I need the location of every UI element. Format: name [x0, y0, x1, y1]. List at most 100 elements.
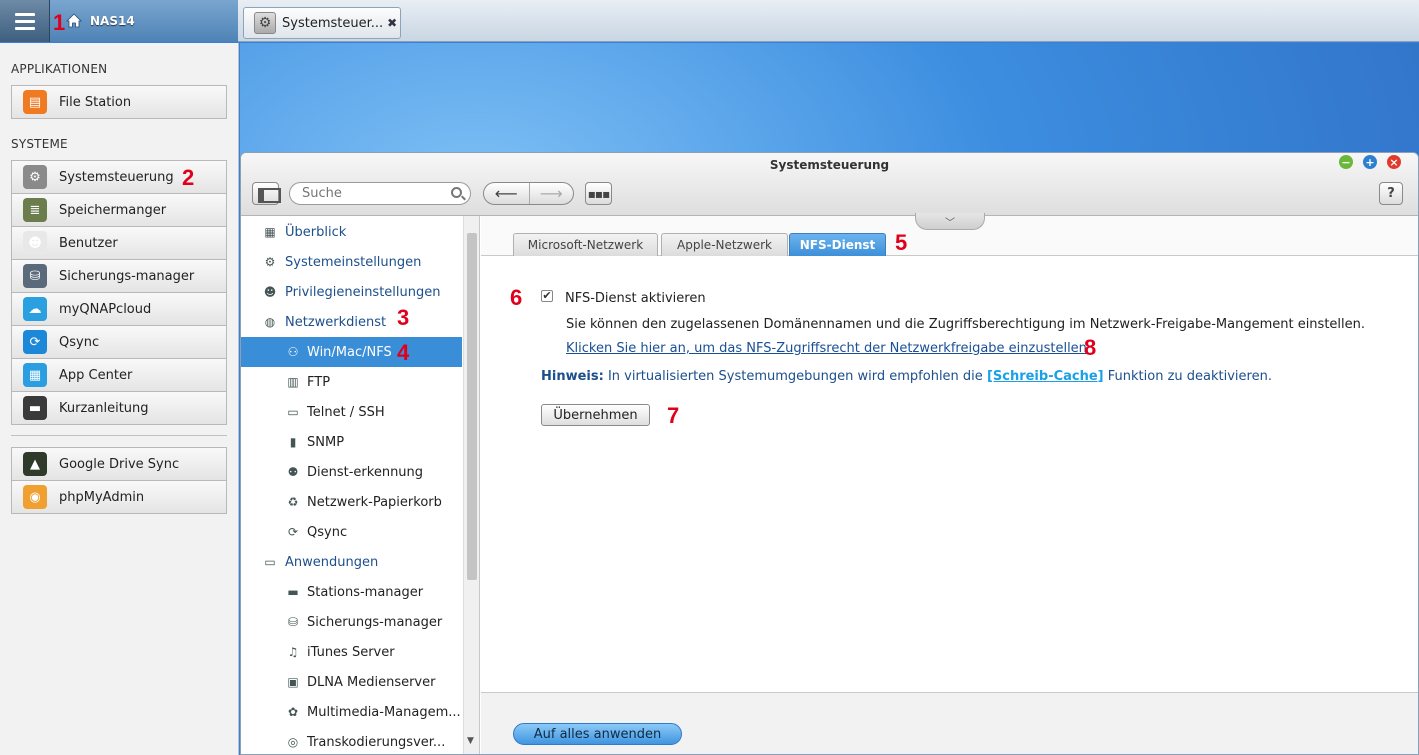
forward-arrow-icon[interactable]: ⟶ [528, 183, 574, 204]
main-menu-button[interactable] [0, 0, 50, 42]
nav-tree-scrollbar[interactable]: ▼ [463, 216, 479, 754]
app-app-center-button[interactable]: ▦ App Center [11, 358, 227, 392]
window-title-bar[interactable]: Systemsteuerung − + × ⟵ ⟶ ▪▪▪ ? [241, 153, 1418, 216]
backup-icon: ⛁ [23, 264, 47, 288]
hint-text-part1: In virtualisierten Systemumgebungen wird… [607, 369, 983, 384]
applications-section-title: APPLIKATIONEN [11, 62, 108, 76]
nav-item-privilegieneinstellungen[interactable]: ☻ Privilegieneinstellungen [241, 277, 462, 307]
app-label: Sicherungs-manager [59, 268, 195, 284]
app-qsync-button[interactable]: ⟳ Qsync [11, 325, 227, 359]
hint-text-part2: Funktion zu deaktivieren. [1107, 369, 1272, 384]
tab-nfs-dienst[interactable]: NFS-Dienst [789, 233, 886, 256]
apply-button[interactable]: Übernehmen [541, 404, 650, 426]
drive-icon: ▲ [23, 452, 47, 476]
nfs-form: ✔ NFS-Dienst aktivieren Sie können den z… [481, 257, 1418, 692]
nav-item-netzwerkdienst[interactable]: ◍ Netzwerkdienst [241, 307, 462, 337]
folder-icon: ▤ [23, 90, 47, 114]
nav-item-dlna-medienserver[interactable]: ▣ DLNA Medienserver [241, 667, 462, 697]
app-label: Benutzer [59, 235, 118, 251]
annotation-5: 5 [895, 230, 908, 255]
nav-item-itunes-server[interactable]: ♫ iTunes Server [241, 637, 462, 667]
nav-item-label: Privilegieneinstellungen [285, 284, 441, 300]
nav-item-label: Systemeinstellungen [285, 254, 422, 270]
nav-item-label: Telnet / SSH [307, 404, 385, 420]
taskbar-tab-systemsteuerung[interactable]: ⚙ Systemsteuer... ✖ [243, 7, 401, 39]
maximize-icon[interactable]: + [1363, 155, 1377, 169]
systemsteuerung-window: Systemsteuerung − + × ⟵ ⟶ ▪▪▪ ? ▦ Überbli… [240, 152, 1419, 755]
grid-icon: ▦ [23, 363, 47, 387]
home-icon[interactable] [66, 13, 82, 28]
hint-text: Hinweis: In virtualisierten Systemumgebu… [541, 369, 1272, 384]
annotation-3: 3 [397, 305, 410, 330]
terminal-icon: ▭ [287, 405, 299, 419]
nav-item-win-mac-nfs[interactable]: ⚇ Win/Mac/NFS [241, 337, 462, 367]
nav-item-transkodierungsver[interactable]: ◎ Transkodierungsver... [241, 727, 462, 754]
app-sicherungs-manager-button[interactable]: ⛁ Sicherungs-manager [11, 259, 227, 293]
nav-item-label: Anwendungen [285, 554, 379, 570]
nav-item-label: Netzwerk-Papierkorb [307, 494, 442, 510]
tab-microsoft-netzwerk[interactable]: Microsoft-Netzwerk [513, 233, 658, 256]
scroll-down-icon[interactable]: ▼ [467, 736, 474, 746]
nav-item-label: Qsync [307, 524, 348, 540]
app-kurzanleitung-button[interactable]: ▬ Kurzanleitung [11, 391, 227, 425]
close-icon[interactable]: × [1387, 155, 1401, 169]
sidebar-toggle-button[interactable] [252, 182, 281, 205]
nav-item-label: Stations-manager [307, 584, 424, 600]
tab-apple-netzwerk[interactable]: Apple-Netzwerk [661, 233, 788, 256]
nav-item-berblick[interactable]: ▦ Überblick [241, 217, 462, 247]
app-label: Google Drive Sync [59, 456, 180, 472]
collapse-chevron-icon[interactable]: ﹀ [915, 213, 985, 230]
search-box[interactable] [289, 182, 471, 205]
minimize-icon[interactable]: − [1339, 155, 1353, 169]
app-phpmyadmin-button[interactable]: ◉ phpMyAdmin [11, 480, 227, 514]
app-myqnapcloud-button[interactable]: ☁ myQNAPcloud [11, 292, 227, 326]
nav-item-qsync[interactable]: ⟳ Qsync [241, 517, 462, 547]
systems-section-title: SYSTEME [11, 137, 68, 151]
tray-icon: ▭ [264, 555, 276, 569]
app-label: Qsync [59, 334, 100, 350]
nav-item-label: DLNA Medienserver [307, 674, 436, 690]
close-icon[interactable]: ✖ [387, 16, 397, 30]
annotation-7: 7 [667, 403, 680, 428]
app-label: phpMyAdmin [59, 489, 145, 505]
app-systemsteuerung-button[interactable]: ⚙ Systemsteuerung [11, 160, 227, 194]
nav-item-sicherungs-manager[interactable]: ⛁ Sicherungs-manager [241, 607, 462, 637]
nav-item-stations-manager[interactable]: ▬ Stations-manager [241, 577, 462, 607]
menu-line [14, 19, 35, 23]
backup-icon: ⛁ [287, 615, 299, 629]
storage-icon: ≣ [23, 198, 47, 222]
app-google-drive-sync-button[interactable]: ▲ Google Drive Sync [11, 447, 227, 481]
nav-item-ftp[interactable]: ▥ FTP [241, 367, 462, 397]
search-input[interactable] [302, 186, 442, 201]
annotation-8: 8 [1084, 335, 1097, 360]
app-file-station-button[interactable]: ▤ File Station [11, 85, 227, 119]
nfs-enable-checkbox[interactable]: ✔ [541, 290, 553, 302]
nav-item-label: Netzwerkdienst [285, 314, 387, 330]
nfs-access-link[interactable]: Klicken Sie hier an, um das NFS-Zugriffs… [566, 341, 1087, 356]
annotation-1: 1 [53, 10, 66, 35]
search-icon[interactable] [451, 187, 462, 198]
scrollbar-thumb[interactable] [467, 233, 477, 580]
annotation-2: 2 [182, 165, 195, 190]
back-arrow-icon[interactable]: ⟵ [484, 183, 529, 204]
nav-item-systemeinstellungen[interactable]: ⚙ Systemeinstellungen [241, 247, 462, 277]
write-cache-link[interactable]: [Schreib-Cache] [987, 369, 1104, 384]
app-label: App Center [59, 367, 133, 383]
nfs-enable-label: NFS-Dienst aktivieren [565, 291, 706, 306]
app-benutzer-button[interactable]: ☻ Benutzer [11, 226, 227, 260]
nav-item-dienst-erkennung[interactable]: ⚉ Dienst-erkennung [241, 457, 462, 487]
nav-item-netzwerk-papierkorb[interactable]: ♻ Netzwerk-Papierkorb [241, 487, 462, 517]
nfs-description: Sie können den zugelassenen Domänennamen… [566, 317, 1366, 332]
app-speichermanger-button[interactable]: ≣ Speichermanger [11, 193, 227, 227]
nav-item-snmp[interactable]: ▮ SNMP [241, 427, 462, 457]
home-area[interactable]: NAS14 [50, 0, 238, 42]
apply-all-button[interactable]: Auf alles anwenden [513, 723, 682, 745]
user-icon: ☻ [263, 285, 277, 299]
menu-line [14, 12, 35, 16]
help-button[interactable]: ? [1379, 182, 1403, 205]
discovery-icon: ⚉ [287, 465, 299, 479]
nav-item-anwendungen[interactable]: ▭ Anwendungen [241, 547, 462, 577]
nav-item-multimedia-managem[interactable]: ✿ Multimedia-Managem... [241, 697, 462, 727]
apps-grid-icon[interactable]: ▪▪▪ [585, 182, 612, 205]
nav-item-telnet-ssh[interactable]: ▭ Telnet / SSH [241, 397, 462, 427]
